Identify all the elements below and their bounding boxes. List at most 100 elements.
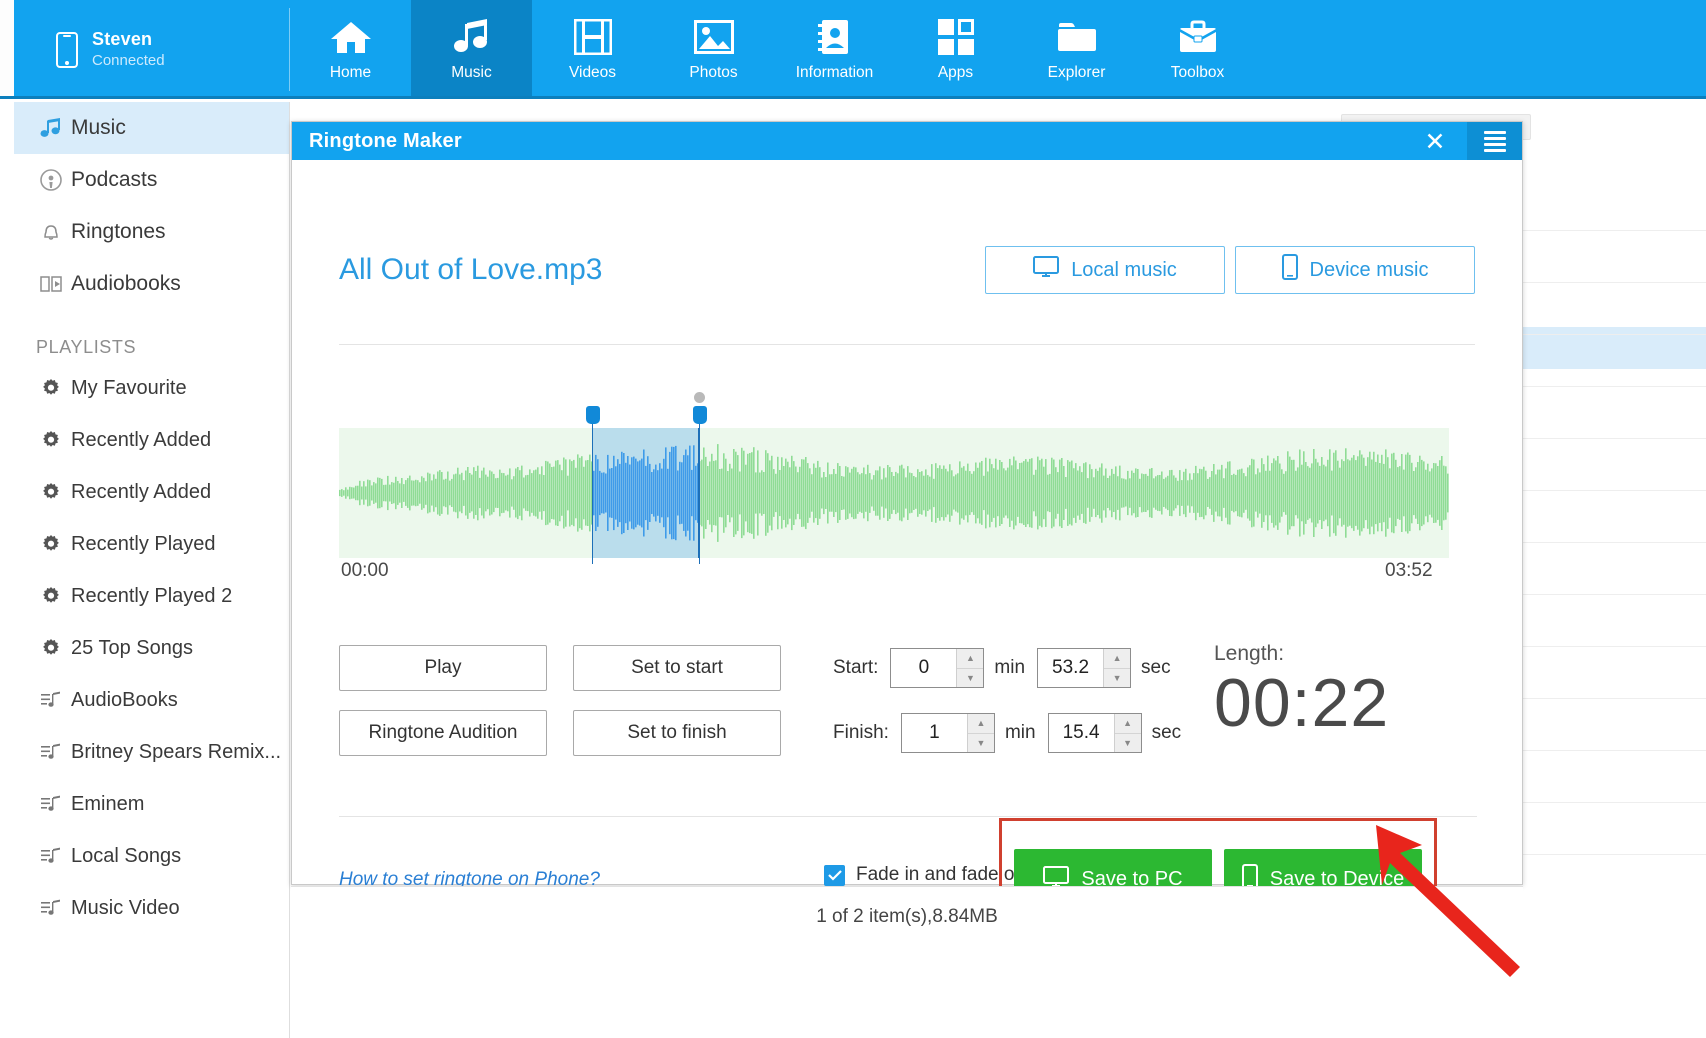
- device-info[interactable]: Steven Connected: [0, 0, 290, 99]
- finish-min-value[interactable]: 1: [902, 714, 967, 752]
- gear-icon: [39, 532, 63, 556]
- start-min-arrows[interactable]: ▲ ▼: [956, 649, 983, 687]
- device-music-button[interactable]: Device music: [1235, 246, 1475, 294]
- sidebar-item-label: 25 Top Songs: [71, 637, 193, 660]
- sidebar-item-label: Ringtones: [71, 220, 166, 244]
- sidebar-item-label: Recently Played 2: [71, 585, 232, 608]
- start-min-unit: min: [994, 657, 1025, 679]
- set-to-start-button[interactable]: Set to start: [573, 645, 781, 691]
- sidebar-item-label: Music Video: [71, 897, 180, 920]
- length-display: Length: 00:22: [1214, 642, 1389, 739]
- sidebar-item-label: Music: [71, 116, 126, 140]
- finish-min-stepper[interactable]: 1 ▲ ▼: [901, 713, 995, 753]
- sidebar-playlist-britney-spears-remix[interactable]: Britney Spears Remix...: [14, 726, 289, 778]
- nav-item-photos[interactable]: Photos: [653, 0, 774, 99]
- selection-region[interactable]: [592, 428, 699, 558]
- nav-item-toolbox[interactable]: Toolbox: [1137, 0, 1258, 99]
- sidebar-playlist-local-songs[interactable]: Local Songs: [14, 830, 289, 882]
- chevron-up-icon[interactable]: ▲: [1115, 714, 1141, 734]
- sidebar-playlist-music-video[interactable]: Music Video: [14, 882, 289, 934]
- nav-item-information[interactable]: Information: [774, 0, 895, 99]
- ringtone-maker-dialog: Ringtone Maker ✕ All Out of Love.mp3: [291, 121, 1523, 885]
- waveform-canvas[interactable]: [339, 428, 1449, 558]
- nav-label: Videos: [569, 64, 616, 82]
- start-sec-stepper[interactable]: 53.2 ▲ ▼: [1037, 648, 1131, 688]
- sidebar-playlist-recently-added-2[interactable]: Recently Added: [14, 466, 289, 518]
- sidebar-item-audiobooks[interactable]: Audiobooks: [14, 258, 289, 310]
- chevron-up-icon[interactable]: ▲: [957, 649, 983, 669]
- ringtone-audition-button[interactable]: Ringtone Audition: [339, 710, 547, 756]
- sidebar-playlist-recently-played[interactable]: Recently Played: [14, 518, 289, 570]
- fade-checkbox[interactable]: [824, 865, 845, 886]
- sidebar-item-label: Britney Spears Remix...: [71, 741, 281, 764]
- sidebar-item-music[interactable]: Music: [14, 102, 289, 154]
- status-bar-text: 1 of 2 item(s),8.84MB: [816, 906, 998, 928]
- music-note-icon: [450, 17, 494, 57]
- sidebar-item-podcasts[interactable]: Podcasts: [14, 154, 289, 206]
- start-min-stepper[interactable]: 0 ▲ ▼: [890, 648, 984, 688]
- song-header-row: All Out of Love.mp3 Local music: [339, 160, 1475, 294]
- app-window: Steven Connected Home Music: [0, 0, 1706, 1038]
- set-to-finish-button[interactable]: Set to finish: [573, 710, 781, 756]
- sidebar-playlist-recently-played-2[interactable]: Recently Played 2: [14, 570, 289, 622]
- song-title: All Out of Love.mp3: [339, 253, 602, 287]
- device-name: Steven: [92, 28, 165, 51]
- phone-icon: [1282, 254, 1298, 286]
- start-min-value[interactable]: 0: [891, 649, 956, 687]
- sidebar-playlist-eminem[interactable]: Eminem: [14, 778, 289, 830]
- waveform-area: 00:00 03:52: [339, 428, 1475, 573]
- sidebar-item-label: Podcasts: [71, 168, 157, 192]
- sidebar-playlist-recently-added-1[interactable]: Recently Added: [14, 414, 289, 466]
- sidebar-playlist-my-favourite[interactable]: My Favourite: [14, 362, 289, 414]
- finish-label: Finish:: [833, 722, 889, 744]
- close-icon[interactable]: ✕: [1416, 122, 1454, 160]
- finish-sec-value[interactable]: 15.4: [1049, 714, 1114, 752]
- nav-item-music[interactable]: Music: [411, 0, 532, 99]
- sidebar-item-ringtones[interactable]: Ringtones: [14, 206, 289, 258]
- finish-sec-stepper[interactable]: 15.4 ▲ ▼: [1048, 713, 1142, 753]
- sidebar-item-label: Recently Added: [71, 429, 211, 452]
- chevron-down-icon[interactable]: ▼: [957, 669, 983, 688]
- nav-item-home[interactable]: Home: [290, 0, 411, 99]
- nav-item-videos[interactable]: Videos: [532, 0, 653, 99]
- nav-item-explorer[interactable]: Explorer: [1016, 0, 1137, 99]
- gear-icon: [39, 584, 63, 608]
- play-button[interactable]: Play: [339, 645, 547, 691]
- sidebar: Music Podcasts Ringtones: [14, 102, 290, 1038]
- sidebar-item-label: Eminem: [71, 793, 144, 816]
- playhead-dot-icon[interactable]: [694, 392, 705, 403]
- chevron-down-icon[interactable]: ▼: [1104, 669, 1130, 688]
- nav-item-apps[interactable]: Apps: [895, 0, 1016, 99]
- dialog-body: All Out of Love.mp3 Local music: [292, 160, 1522, 885]
- nav-label: Toolbox: [1171, 64, 1224, 82]
- chevron-down-icon[interactable]: ▼: [1115, 734, 1141, 753]
- sidebar-playlist-audiobooks[interactable]: AudioBooks: [14, 674, 289, 726]
- chevron-up-icon[interactable]: ▲: [1104, 649, 1130, 669]
- gear-icon: [39, 428, 63, 452]
- finish-sec-unit: sec: [1152, 722, 1182, 744]
- start-sec-value[interactable]: 53.2: [1038, 649, 1103, 687]
- nav-label: Photos: [689, 64, 737, 82]
- start-sec-arrows[interactable]: ▲ ▼: [1103, 649, 1130, 687]
- sidebar-playlist-25-top-songs[interactable]: 25 Top Songs: [14, 622, 289, 674]
- local-music-button[interactable]: Local music: [985, 246, 1225, 294]
- waveform-start-time: 00:00: [341, 560, 389, 582]
- chevron-up-icon[interactable]: ▲: [968, 714, 994, 734]
- dialog-title-bar: Ringtone Maker ✕: [292, 122, 1522, 160]
- source-buttons: Local music Device music: [985, 246, 1475, 294]
- bell-icon: [39, 220, 63, 244]
- nav-label: Music: [451, 64, 491, 82]
- finish-min-arrows[interactable]: ▲ ▼: [967, 714, 994, 752]
- selection-end-handle[interactable]: [693, 406, 707, 424]
- audiobook-icon: [39, 272, 63, 296]
- music-note-icon: [39, 116, 63, 140]
- chevron-down-icon[interactable]: ▼: [968, 734, 994, 753]
- nav-items: Home Music: [290, 0, 1258, 99]
- selection-start-handle[interactable]: [586, 406, 600, 424]
- playlist-note-icon: [39, 688, 63, 712]
- home-icon: [329, 17, 373, 57]
- gear-icon: [39, 376, 63, 400]
- hamburger-menu-icon[interactable]: [1467, 122, 1522, 160]
- finish-sec-arrows[interactable]: ▲ ▼: [1114, 714, 1141, 752]
- playlist-note-icon: [39, 896, 63, 920]
